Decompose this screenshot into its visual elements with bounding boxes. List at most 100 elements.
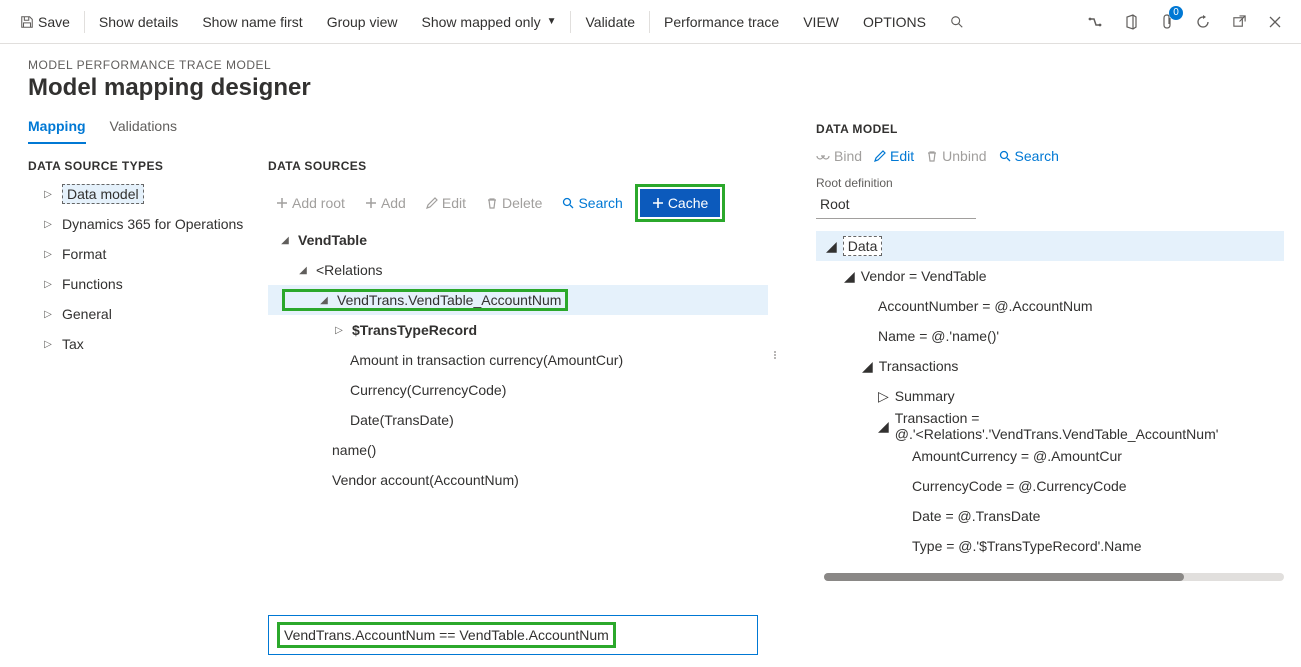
type-functions[interactable]: ▷ Functions xyxy=(28,269,268,299)
caret-down-icon: ◢ xyxy=(826,238,837,255)
sources-toolbar: Add root Add Edit Delete xyxy=(268,185,768,221)
type-label: Format xyxy=(62,246,106,262)
trash-icon xyxy=(926,150,938,162)
type-general[interactable]: ▷ General xyxy=(28,299,268,329)
edit-button[interactable]: Edit xyxy=(418,191,474,215)
search-icon xyxy=(999,150,1011,162)
node-label: Transaction = @.'<Relations'.'VendTrans.… xyxy=(895,410,1284,442)
node-transdate[interactable]: Date(TransDate) xyxy=(268,405,768,435)
node-currencycode[interactable]: Currency(CurrencyCode) xyxy=(268,375,768,405)
search-model-button[interactable]: Search xyxy=(999,148,1059,164)
connector-icon-button[interactable] xyxy=(1077,0,1113,44)
caret-right-icon: ▷ xyxy=(40,309,56,320)
caret-down-icon: ◢ xyxy=(862,358,873,375)
node-amountcur[interactable]: Amount in transaction currency(AmountCur… xyxy=(268,345,768,375)
scrollbar-thumb[interactable] xyxy=(824,573,1184,581)
tab-mapping[interactable]: Mapping xyxy=(28,114,86,144)
type-label: Tax xyxy=(62,336,84,352)
highlight-box: ◢ VendTrans.VendTable_AccountNum xyxy=(282,289,568,311)
node-relations[interactable]: ◢ <Relations xyxy=(268,255,768,285)
caret-down-icon: ◢ xyxy=(278,235,292,246)
pencil-icon xyxy=(426,197,438,209)
delete-button[interactable]: Delete xyxy=(478,191,550,215)
add-button[interactable]: Add xyxy=(357,191,414,215)
column-resize-handle[interactable] xyxy=(774,351,776,359)
app-toolbar: Save Show details Show name first Group … xyxy=(0,0,1301,44)
node-label: Amount in transaction currency(AmountCur… xyxy=(350,352,623,368)
options-menu[interactable]: OPTIONS xyxy=(851,0,938,43)
type-format[interactable]: ▷ Format xyxy=(28,239,268,269)
save-icon xyxy=(20,15,34,29)
validate-button[interactable]: Validate xyxy=(573,0,647,43)
type-d365fo[interactable]: ▷ Dynamics 365 for Operations xyxy=(28,209,268,239)
caret-right-icon: ▷ xyxy=(40,249,56,260)
cache-button[interactable]: Cache xyxy=(640,189,720,217)
types-tree: ▷ Data model ▷ Dynamics 365 for Operatio… xyxy=(28,179,268,359)
popout-button[interactable] xyxy=(1221,0,1257,44)
node-vendtable[interactable]: ◢ VendTable xyxy=(268,225,768,255)
caret-right-icon: ▷ xyxy=(40,219,56,230)
save-button[interactable]: Save xyxy=(8,0,82,43)
show-name-first-button[interactable]: Show name first xyxy=(190,0,314,43)
edit-model-button[interactable]: Edit xyxy=(874,148,914,164)
search-toolbar-button[interactable] xyxy=(938,0,976,43)
model-node-data[interactable]: ◢ Data xyxy=(816,231,1284,261)
search-icon xyxy=(950,15,964,29)
node-label: <Relations xyxy=(316,262,383,278)
node-transtyperecord[interactable]: ▷ $TransTypeRecord xyxy=(268,315,768,345)
search-sources-button[interactable]: Search xyxy=(554,191,630,215)
close-button[interactable] xyxy=(1257,0,1293,44)
horizontal-scrollbar[interactable] xyxy=(824,573,1284,581)
root-definition-label: Root definition xyxy=(816,176,1284,190)
refresh-button[interactable] xyxy=(1185,0,1221,44)
node-label: Currency(CurrencyCode) xyxy=(350,382,506,398)
add-root-button[interactable]: Add root xyxy=(268,191,353,215)
model-node-currencycode[interactable]: CurrencyCode = @.CurrencyCode xyxy=(816,471,1284,501)
separator xyxy=(84,11,85,33)
model-node-amountcurrency[interactable]: AmountCurrency = @.AmountCur xyxy=(816,441,1284,471)
node-label: Transactions xyxy=(879,358,959,374)
unbind-button[interactable]: Unbind xyxy=(926,148,986,164)
node-label: VendTable xyxy=(298,232,367,248)
caret-right-icon: ▷ xyxy=(878,388,889,405)
node-label: AmountCurrency = @.AmountCur xyxy=(912,448,1122,464)
caret-right-icon: ▷ xyxy=(332,325,346,336)
node-label: Data xyxy=(843,236,883,256)
model-node-accountnumber[interactable]: AccountNumber = @.AccountNum xyxy=(816,291,1284,321)
caret-down-icon: ◢ xyxy=(878,418,889,435)
performance-trace-button[interactable]: Performance trace xyxy=(652,0,791,43)
node-name-fn[interactable]: name() xyxy=(268,435,768,465)
type-data-model[interactable]: ▷ Data model xyxy=(28,179,268,209)
pencil-icon xyxy=(874,150,886,162)
show-details-button[interactable]: Show details xyxy=(87,0,190,43)
show-mapped-only-dropdown[interactable]: Show mapped only ▼ xyxy=(410,0,569,43)
model-node-transaction[interactable]: ◢ Transaction = @.'<Relations'.'VendTran… xyxy=(816,411,1284,441)
trash-icon xyxy=(486,197,498,209)
model-tree: ◢ Data ◢ Vendor = VendTable AccountNumbe… xyxy=(816,231,1284,561)
model-node-summary[interactable]: ▷ Summary xyxy=(816,381,1284,411)
popout-icon xyxy=(1232,14,1247,29)
group-view-button[interactable]: Group view xyxy=(315,0,410,43)
notifications-button[interactable]: 0 xyxy=(1149,0,1185,44)
bind-button[interactable]: Bind xyxy=(816,148,862,164)
view-menu[interactable]: VIEW xyxy=(791,0,851,43)
formula-input[interactable]: VendTrans.AccountNum == VendTable.Accoun… xyxy=(268,615,758,655)
caret-right-icon: ▷ xyxy=(40,279,56,290)
office-icon-button[interactable] xyxy=(1113,0,1149,44)
caret-down-icon: ◢ xyxy=(317,295,331,306)
page-title: Model mapping designer xyxy=(28,74,1281,102)
model-node-vendor[interactable]: ◢ Vendor = VendTable xyxy=(816,261,1284,291)
model-node-type[interactable]: Type = @.'$TransTypeRecord'.Name xyxy=(816,531,1284,561)
refresh-icon xyxy=(1195,14,1211,30)
model-node-transactions[interactable]: ◢ Transactions xyxy=(816,351,1284,381)
model-node-date[interactable]: Date = @.TransDate xyxy=(816,501,1284,531)
caret-down-icon: ◢ xyxy=(844,268,855,285)
node-vendor-account[interactable]: Vendor account(AccountNum) xyxy=(268,465,768,495)
node-label: AccountNumber = @.AccountNum xyxy=(878,298,1093,314)
type-tax[interactable]: ▷ Tax xyxy=(28,329,268,359)
model-node-name[interactable]: Name = @.'name()' xyxy=(816,321,1284,351)
node-vendtrans-accountnum[interactable]: ◢ VendTrans.VendTable_AccountNum xyxy=(268,285,768,315)
tab-validations[interactable]: Validations xyxy=(110,114,177,144)
root-definition-value[interactable]: Root xyxy=(816,190,976,219)
type-label: Data model xyxy=(62,184,144,204)
